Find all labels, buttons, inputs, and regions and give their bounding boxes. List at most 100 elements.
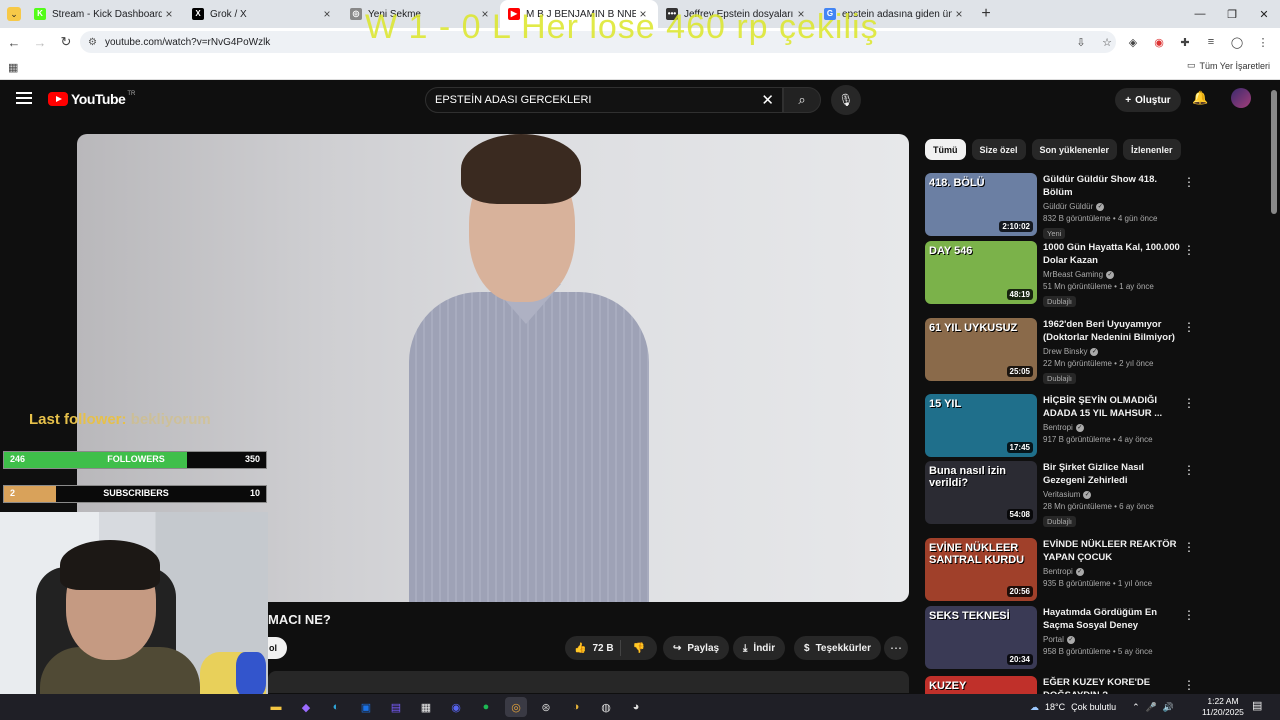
- tab-search-button[interactable]: ⌄: [2, 2, 26, 26]
- close-tab-icon[interactable]: ×: [794, 7, 808, 21]
- video-thumbnail[interactable]: DAY 546 48:19: [925, 241, 1037, 304]
- channel-name[interactable]: Bentropi ✓: [1043, 567, 1183, 576]
- share-button[interactable]: ↪ Paylaş: [663, 636, 730, 660]
- search-button[interactable]: ⌕: [783, 87, 821, 113]
- filter-chip[interactable]: Size özel: [971, 139, 1026, 160]
- search-input[interactable]: EPSTEİN ADASI GERCEKLERI ✕: [425, 87, 783, 113]
- media-icon[interactable]: ≡: [1200, 31, 1222, 53]
- restore-button[interactable]: ❐: [1216, 0, 1248, 28]
- file-explorer-icon[interactable]: ▬: [265, 697, 287, 717]
- description-box[interactable]: [268, 671, 909, 693]
- outlook-icon[interactable]: ▣: [355, 697, 377, 717]
- video-title[interactable]: Hayatımda Gördüğüm En Saçma Sosyal Deney: [1043, 606, 1183, 632]
- recommended-video[interactable]: EVİNE NÜKLEER SANTRAL KURDU 20:56 EVİNDE N…: [925, 538, 1270, 604]
- more-options-icon[interactable]: ⋮: [1183, 608, 1195, 622]
- volume-icon[interactable]: 🔊: [1163, 702, 1174, 713]
- more-options-icon[interactable]: ⋮: [1183, 678, 1195, 692]
- app-tray-icon[interactable]: ◕: [625, 697, 647, 717]
- new-tab-button[interactable]: +: [974, 5, 998, 23]
- back-button[interactable]: ←: [2, 30, 26, 54]
- more-actions-button[interactable]: ⋯: [884, 636, 908, 660]
- recommended-video[interactable]: DAY 546 48:19 1000 Gün Hayatta Kal, 100.00…: [925, 241, 1270, 307]
- video-thumbnail[interactable]: 15 YIL 17:45: [925, 394, 1037, 457]
- notification-icon[interactable]: ▤: [1252, 699, 1262, 712]
- clock[interactable]: 1:22 AM 11/20/2025: [1202, 696, 1244, 718]
- recommended-video[interactable]: 61 YIL UYKUSUZ 25:05 1962'den Beri Uyuyamı…: [925, 318, 1270, 384]
- notifications-bell-icon[interactable]: 🔔: [1192, 90, 1208, 106]
- recommended-video[interactable]: 15 YIL 17:45 HİÇBİR ŞEYİN OLMADIĞI ADADA 1…: [925, 394, 1270, 460]
- microphone-tray-icon[interactable]: 🎤: [1146, 702, 1157, 713]
- video-thumbnail[interactable]: EVİNE NÜKLEER SANTRAL KURDU 20:56: [925, 538, 1037, 601]
- copilot-icon[interactable]: ◆: [295, 697, 317, 717]
- video-title[interactable]: EVİNDE NÜKLEER REAKTÖR YAPAN ÇOCUK: [1043, 538, 1183, 564]
- channel-name[interactable]: Veritasium ✓: [1043, 490, 1183, 499]
- channel-name[interactable]: MrBeast Gaming ✓: [1043, 270, 1183, 279]
- like-button[interactable]: 👍 72 B: [565, 640, 621, 656]
- video-thumbnail[interactable]: 418. BÖLÜ 2:10:02: [925, 173, 1037, 236]
- app-icon[interactable]: ▤: [385, 697, 407, 717]
- more-options-icon[interactable]: ⋮: [1183, 463, 1195, 477]
- download-button[interactable]: ⤓ İndir: [733, 636, 786, 660]
- address-bar[interactable]: ⚙ youtube.com/watch?v=rNvG4PoWzlk: [80, 31, 1116, 53]
- page-scrollbar[interactable]: [1271, 90, 1277, 214]
- more-options-icon[interactable]: ⋮: [1183, 540, 1195, 554]
- install-icon[interactable]: ⇩: [1070, 31, 1092, 53]
- video-title[interactable]: 1000 Gün Hayatta Kal, 100.000 Dolar Kaza…: [1043, 241, 1183, 267]
- channel-name[interactable]: Güldür Güldür ✓: [1043, 202, 1183, 211]
- browser-tab[interactable]: ◎ Yeni Sekme ×: [342, 0, 500, 28]
- recommended-video[interactable]: Buna nasıl izin verildi? 54:08 Bir Şirket …: [925, 461, 1270, 527]
- browser-tab[interactable]: Gepstein adasına giden ünlüler×: [816, 0, 974, 28]
- video-title[interactable]: HİÇBİR ŞEYİN OLMADIĞI ADADA 15 YIL MAHSU…: [1043, 394, 1183, 420]
- recommended-video[interactable]: 418. BÖLÜ 2:10:02 Güldür Güldür Show 418. …: [925, 173, 1270, 239]
- extension-icon[interactable]: ◉: [1148, 31, 1170, 53]
- create-button[interactable]: + Oluştur: [1115, 88, 1181, 112]
- edge-icon[interactable]: ◐: [325, 697, 347, 717]
- avatar[interactable]: [1231, 88, 1251, 108]
- channel-name[interactable]: Portal ✓: [1043, 635, 1183, 644]
- spotify-icon[interactable]: ●: [475, 697, 497, 717]
- profile-icon[interactable]: ◯: [1226, 31, 1248, 53]
- more-options-icon[interactable]: ⋮: [1183, 396, 1195, 410]
- voice-search-button[interactable]: 🎙: [831, 85, 861, 115]
- browser-tab[interactable]: K Stream - Kick Dashboard ×: [26, 0, 184, 28]
- forward-button[interactable]: →: [28, 30, 52, 54]
- hamburger-menu-icon[interactable]: [16, 92, 32, 104]
- video-title[interactable]: Güldür Güldür Show 418. Bölüm: [1043, 173, 1183, 199]
- clear-search-icon[interactable]: ✕: [761, 91, 774, 109]
- recommended-video[interactable]: SEKS TEKNESİ 20:34 Hayatımda Gördüğüm En S…: [925, 606, 1270, 672]
- more-options-icon[interactable]: ⋮: [1183, 243, 1195, 257]
- more-options-icon[interactable]: ⋮: [1183, 320, 1195, 334]
- store-icon[interactable]: ▦: [415, 697, 437, 717]
- channel-name[interactable]: Bentropi ✓: [1043, 423, 1183, 432]
- apps-grid-icon[interactable]: ▦: [8, 61, 18, 74]
- steam-icon[interactable]: ⊛: [535, 697, 557, 717]
- all-bookmarks[interactable]: ▭ Tüm Yer İşaretleri: [1187, 60, 1270, 71]
- video-thumbnail[interactable]: SEKS TEKNESİ 20:34: [925, 606, 1037, 669]
- chrome-icon[interactable]: ◎: [505, 697, 527, 717]
- video-thumbnail[interactable]: Buna nasıl izin verildi? 54:08: [925, 461, 1037, 524]
- shield-extension-icon[interactable]: ◈: [1122, 31, 1144, 53]
- obs-icon[interactable]: ◑: [565, 697, 587, 717]
- game-icon[interactable]: ◍: [595, 697, 617, 717]
- close-tab-icon[interactable]: ×: [952, 7, 966, 21]
- menu-kebab-icon[interactable]: ⋮: [1252, 31, 1274, 53]
- discord-icon[interactable]: ◉: [445, 697, 467, 717]
- browser-tab[interactable]: ▶ M B J BENJAMIN B NNETT, A×: [500, 0, 658, 28]
- browser-tab[interactable]: ••• Jeffrey Epstein dosyaları yayımlandı×: [658, 0, 816, 28]
- close-tab-icon[interactable]: ×: [320, 7, 334, 21]
- dislike-button[interactable]: 👎: [621, 643, 657, 654]
- video-thumbnail[interactable]: 61 YIL UYKUSUZ 25:05: [925, 318, 1037, 381]
- filter-chip[interactable]: Tümü: [925, 139, 966, 160]
- close-tab-icon[interactable]: ×: [162, 7, 176, 21]
- puzzle-icon[interactable]: ✚: [1174, 31, 1196, 53]
- browser-tab[interactable]: X Grok / X ×: [184, 0, 342, 28]
- close-tab-icon[interactable]: ×: [478, 7, 492, 21]
- youtube-logo[interactable]: YouTube TR: [48, 91, 135, 107]
- channel-name[interactable]: Drew Binsky ✓: [1043, 347, 1183, 356]
- minimize-button[interactable]: —: [1184, 0, 1216, 28]
- filter-chip[interactable]: İzlenenler: [1123, 139, 1181, 160]
- chevron-up-icon[interactable]: ⌃: [1132, 702, 1140, 713]
- close-window-button[interactable]: ✕: [1248, 0, 1280, 28]
- video-title[interactable]: Bir Şirket Gizlice Nasıl Gezegeni Zehirl…: [1043, 461, 1183, 487]
- reload-button[interactable]: ↻: [54, 30, 78, 54]
